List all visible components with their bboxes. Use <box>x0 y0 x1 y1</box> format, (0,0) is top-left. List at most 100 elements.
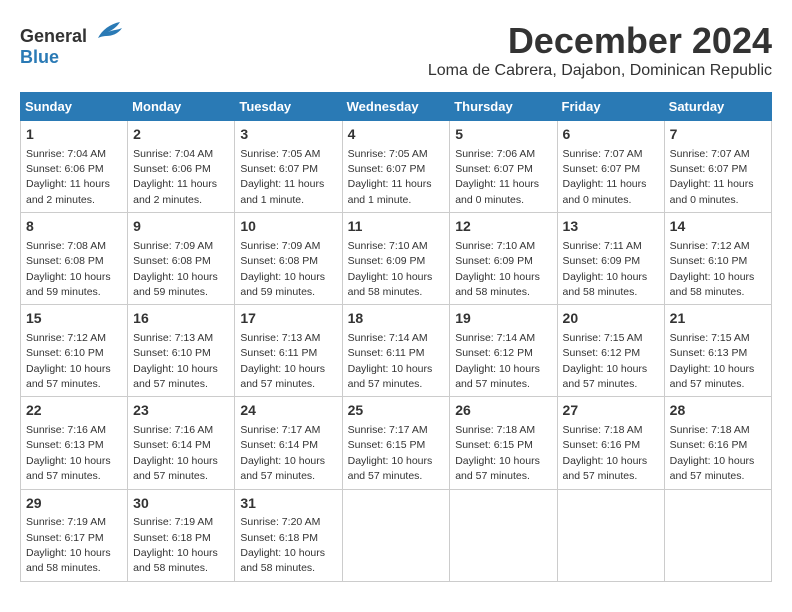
day-number: 17 <box>240 309 336 329</box>
day-info: Sunrise: 7:04 AMSunset: 6:06 PMDaylight:… <box>26 148 110 206</box>
day-info: Sunrise: 7:19 AMSunset: 6:17 PMDaylight:… <box>26 516 111 574</box>
week-row-2: 8 Sunrise: 7:08 AMSunset: 6:08 PMDaylight… <box>21 213 772 305</box>
day-info: Sunrise: 7:15 AMSunset: 6:12 PMDaylight:… <box>563 332 648 390</box>
day-info: Sunrise: 7:18 AMSunset: 6:16 PMDaylight:… <box>670 424 755 482</box>
logo-general: General <box>20 26 87 46</box>
day-cell-21: 21 Sunrise: 7:15 AMSunset: 6:13 PMDayligh… <box>664 305 771 397</box>
day-cell-22: 22Sunrise: 7:16 AMSunset: 6:13 PMDayligh… <box>21 397 128 489</box>
day-number: 2 <box>133 125 229 145</box>
day-cell-26: 26Sunrise: 7:18 AMSunset: 6:15 PMDayligh… <box>450 397 557 489</box>
page-container: General Blue December 2024 Loma de Cabre… <box>20 20 772 582</box>
day-cell-3: 3Sunrise: 7:05 AMSunset: 6:07 PMDaylight… <box>235 121 342 213</box>
day-info: Sunrise: 7:05 AMSunset: 6:07 PMDaylight:… <box>348 148 432 206</box>
title-block: December 2024 Loma de Cabrera, Dajabon, … <box>428 20 772 88</box>
week-row-1: 1 Sunrise: 7:04 AMSunset: 6:06 PMDaylight… <box>21 121 772 213</box>
day-info: Sunrise: 7:09 AMSunset: 6:08 PMDaylight:… <box>133 240 218 298</box>
day-cell-16: 16 Sunrise: 7:13 AMSunset: 6:10 PMDayligh… <box>128 305 235 397</box>
day-number: 21 <box>670 309 766 329</box>
day-number: 4 <box>348 125 445 145</box>
day-info: Sunrise: 7:16 AMSunset: 6:14 PMDaylight:… <box>133 424 218 482</box>
weekday-friday: Friday <box>557 93 664 121</box>
day-info: Sunrise: 7:04 AMSunset: 6:06 PMDaylight:… <box>133 148 217 206</box>
day-cell-2: 2 Sunrise: 7:04 AMSunset: 6:06 PMDaylight… <box>128 121 235 213</box>
weekday-thursday: Thursday <box>450 93 557 121</box>
calendar-table: SundayMondayTuesdayWednesdayThursdayFrid… <box>20 92 772 582</box>
day-number: 5 <box>455 125 551 145</box>
day-cell-29: 29Sunrise: 7:19 AMSunset: 6:17 PMDayligh… <box>21 489 128 581</box>
day-cell-5: 5 Sunrise: 7:06 AMSunset: 6:07 PMDaylight… <box>450 121 557 213</box>
day-cell-24: 24 Sunrise: 7:17 AMSunset: 6:14 PMDayligh… <box>235 397 342 489</box>
day-info: Sunrise: 7:18 AMSunset: 6:16 PMDaylight:… <box>563 424 648 482</box>
weekday-saturday: Saturday <box>664 93 771 121</box>
day-number: 25 <box>348 401 445 421</box>
day-cell-12: 12Sunrise: 7:10 AMSunset: 6:09 PMDayligh… <box>450 213 557 305</box>
logo: General Blue <box>20 20 122 68</box>
empty-cell <box>342 489 450 581</box>
day-cell-28: 28 Sunrise: 7:18 AMSunset: 6:16 PMDayligh… <box>664 397 771 489</box>
day-info: Sunrise: 7:17 AMSunset: 6:15 PMDaylight:… <box>348 424 433 482</box>
day-info: Sunrise: 7:10 AMSunset: 6:09 PMDaylight:… <box>348 240 433 298</box>
day-cell-6: 6 Sunrise: 7:07 AMSunset: 6:07 PMDaylight… <box>557 121 664 213</box>
day-info: Sunrise: 7:10 AMSunset: 6:09 PMDaylight:… <box>455 240 540 298</box>
day-info: Sunrise: 7:12 AMSunset: 6:10 PMDaylight:… <box>26 332 111 390</box>
day-info: Sunrise: 7:15 AMSunset: 6:13 PMDaylight:… <box>670 332 755 390</box>
day-cell-9: 9 Sunrise: 7:09 AMSunset: 6:08 PMDaylight… <box>128 213 235 305</box>
day-cell-7: 7Sunrise: 7:07 AMSunset: 6:07 PMDaylight… <box>664 121 771 213</box>
day-info: Sunrise: 7:16 AMSunset: 6:13 PMDaylight:… <box>26 424 111 482</box>
weekday-header-row: SundayMondayTuesdayWednesdayThursdayFrid… <box>21 93 772 121</box>
day-number: 18 <box>348 309 445 329</box>
location-title: Loma de Cabrera, Dajabon, Dominican Repu… <box>428 62 772 80</box>
day-info: Sunrise: 7:18 AMSunset: 6:15 PMDaylight:… <box>455 424 540 482</box>
weekday-sunday: Sunday <box>21 93 128 121</box>
day-number: 28 <box>670 401 766 421</box>
day-number: 15 <box>26 309 122 329</box>
day-number: 27 <box>563 401 659 421</box>
week-row-4: 22Sunrise: 7:16 AMSunset: 6:13 PMDayligh… <box>21 397 772 489</box>
day-info: Sunrise: 7:20 AMSunset: 6:18 PMDaylight:… <box>240 516 325 574</box>
week-row-3: 15 Sunrise: 7:12 AMSunset: 6:10 PMDayligh… <box>21 305 772 397</box>
day-cell-15: 15 Sunrise: 7:12 AMSunset: 6:10 PMDayligh… <box>21 305 128 397</box>
day-number: 20 <box>563 309 659 329</box>
day-number: 31 <box>240 494 336 514</box>
day-cell-11: 11Sunrise: 7:10 AMSunset: 6:09 PMDayligh… <box>342 213 450 305</box>
day-cell-23: 23 Sunrise: 7:16 AMSunset: 6:14 PMDayligh… <box>128 397 235 489</box>
day-info: Sunrise: 7:07 AMSunset: 6:07 PMDaylight:… <box>563 148 647 206</box>
weekday-wednesday: Wednesday <box>342 93 450 121</box>
day-info: Sunrise: 7:19 AMSunset: 6:18 PMDaylight:… <box>133 516 218 574</box>
day-info: Sunrise: 7:14 AMSunset: 6:12 PMDaylight:… <box>455 332 540 390</box>
day-cell-4: 4 Sunrise: 7:05 AMSunset: 6:07 PMDaylight… <box>342 121 450 213</box>
day-number: 10 <box>240 217 336 237</box>
weekday-tuesday: Tuesday <box>235 93 342 121</box>
day-cell-30: 30Sunrise: 7:19 AMSunset: 6:18 PMDayligh… <box>128 489 235 581</box>
day-number: 3 <box>240 125 336 145</box>
day-number: 24 <box>240 401 336 421</box>
day-number: 7 <box>670 125 766 145</box>
empty-cell <box>664 489 771 581</box>
day-info: Sunrise: 7:11 AMSunset: 6:09 PMDaylight:… <box>563 240 648 298</box>
day-number: 9 <box>133 217 229 237</box>
day-cell-18: 18 Sunrise: 7:14 AMSunset: 6:11 PMDayligh… <box>342 305 450 397</box>
day-cell-10: 10 Sunrise: 7:09 AMSunset: 6:08 PMDayligh… <box>235 213 342 305</box>
day-number: 14 <box>670 217 766 237</box>
day-number: 6 <box>563 125 659 145</box>
day-info: Sunrise: 7:09 AMSunset: 6:08 PMDaylight:… <box>240 240 325 298</box>
day-number: 23 <box>133 401 229 421</box>
day-cell-25: 25 Sunrise: 7:17 AMSunset: 6:15 PMDayligh… <box>342 397 450 489</box>
day-info: Sunrise: 7:14 AMSunset: 6:11 PMDaylight:… <box>348 332 433 390</box>
logo-text: General Blue <box>20 20 122 68</box>
month-title: December 2024 <box>428 20 772 62</box>
day-cell-19: 19Sunrise: 7:14 AMSunset: 6:12 PMDayligh… <box>450 305 557 397</box>
day-number: 1 <box>26 125 122 145</box>
week-row-5: 29Sunrise: 7:19 AMSunset: 6:17 PMDayligh… <box>21 489 772 581</box>
day-cell-17: 17Sunrise: 7:13 AMSunset: 6:11 PMDayligh… <box>235 305 342 397</box>
day-number: 30 <box>133 494 229 514</box>
day-info: Sunrise: 7:17 AMSunset: 6:14 PMDaylight:… <box>240 424 325 482</box>
day-info: Sunrise: 7:13 AMSunset: 6:10 PMDaylight:… <box>133 332 218 390</box>
day-number: 16 <box>133 309 229 329</box>
day-number: 8 <box>26 217 122 237</box>
day-info: Sunrise: 7:08 AMSunset: 6:08 PMDaylight:… <box>26 240 111 298</box>
day-info: Sunrise: 7:12 AMSunset: 6:10 PMDaylight:… <box>670 240 755 298</box>
day-cell-27: 27 Sunrise: 7:18 AMSunset: 6:16 PMDayligh… <box>557 397 664 489</box>
day-info: Sunrise: 7:06 AMSunset: 6:07 PMDaylight:… <box>455 148 539 206</box>
day-number: 29 <box>26 494 122 514</box>
